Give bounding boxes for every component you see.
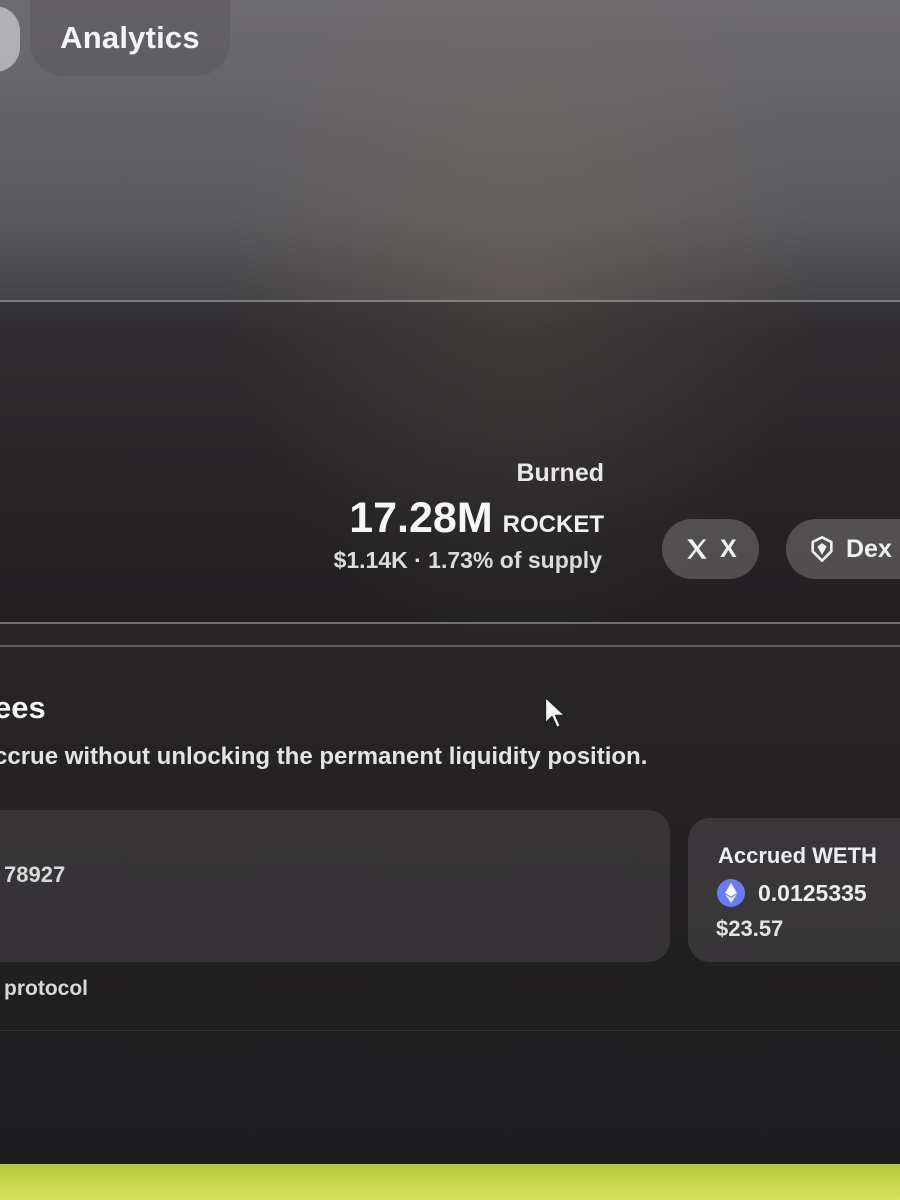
burned-amount-row: 17.28M ROCKET bbox=[349, 494, 604, 543]
accrued-weth-amount-row: 0.0125335 bbox=[716, 878, 867, 908]
burned-label: Burned bbox=[516, 459, 605, 487]
x-link-button[interactable]: X bbox=[662, 519, 759, 579]
position-id: 78927 bbox=[4, 862, 66, 887]
accrued-weth-title: Accrued WETH bbox=[718, 843, 877, 868]
burned-unit: ROCKET bbox=[502, 511, 604, 538]
section-divider bbox=[0, 645, 900, 647]
dexscreener-link-button[interactable]: Dex bbox=[786, 519, 900, 579]
lower-panel bbox=[0, 1030, 900, 1165]
dexscreener-icon bbox=[811, 536, 833, 562]
burned-amount: 17.28M bbox=[349, 494, 493, 542]
screen-bezel-strip bbox=[0, 1164, 900, 1200]
position-info-box bbox=[0, 810, 670, 962]
dexscreener-link-label: Dex bbox=[846, 534, 892, 563]
fees-section-title: ees bbox=[0, 690, 46, 725]
x-link-label: X bbox=[720, 534, 737, 563]
x-logo-icon bbox=[687, 539, 707, 559]
fees-section-description: ccrue without unlocking the permanent li… bbox=[0, 743, 648, 770]
burned-usd-supply: $1.14K · 1.73% of supply bbox=[333, 547, 602, 573]
mouse-cursor-icon bbox=[544, 695, 567, 729]
accrued-weth-amount: 0.0125335 bbox=[758, 879, 867, 906]
accrued-weth-usd: $23.57 bbox=[716, 916, 784, 941]
nav-analytics-button[interactable]: Analytics bbox=[30, 0, 230, 76]
screen-photo: Analytics Burned 17.28M ROCKET $1.14K · … bbox=[0, 0, 900, 1200]
ethereum-icon bbox=[717, 879, 745, 907]
burned-card: Burned 17.28M ROCKET $1.14K · 1.73% of s… bbox=[0, 300, 900, 624]
protocol-label: protocol bbox=[4, 977, 88, 1000]
nav-analytics-label: Analytics bbox=[60, 20, 200, 55]
nav-pill-previous[interactable] bbox=[0, 6, 20, 72]
